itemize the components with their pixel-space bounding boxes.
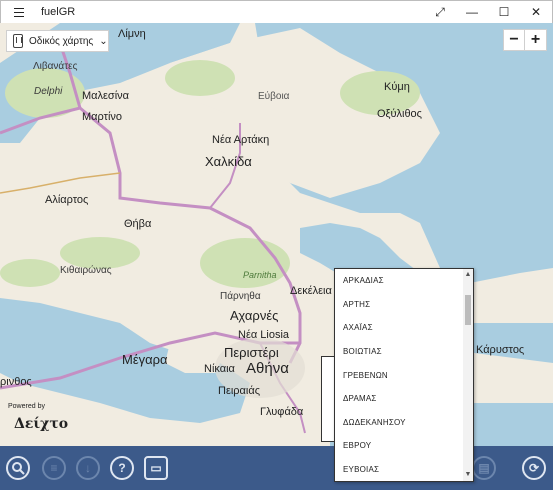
powered-by-logo: Powered by Δείχτο bbox=[4, 400, 68, 446]
dropdown-item[interactable]: ΕΒΡΟΥ bbox=[335, 434, 473, 458]
dropdown-item[interactable]: ΕΥΒΟΙΑΣ bbox=[335, 458, 473, 481]
maximize-button[interactable]: ☐ bbox=[488, 1, 520, 23]
close-button[interactable]: ✕ bbox=[520, 1, 552, 23]
dropdown-item[interactable]: ΑΡΚΑΔΙΑΣ bbox=[335, 269, 473, 293]
search-icon[interactable] bbox=[6, 456, 30, 480]
hamburger-menu-icon[interactable] bbox=[1, 1, 37, 23]
sort-icon[interactable]: ↓ bbox=[76, 456, 100, 480]
karystos-land bbox=[474, 293, 553, 323]
scroll-up-icon[interactable]: ▲ bbox=[464, 270, 472, 280]
place-label: Κύμη bbox=[384, 81, 410, 93]
place-label: Κάρυστος bbox=[476, 344, 525, 356]
dropdown-item[interactable]: ΓΡΕΒΕΝΩΝ bbox=[335, 363, 473, 387]
dropdown-item[interactable]: ΒΟΙΩΤΙΑΣ bbox=[335, 340, 473, 364]
list-icon[interactable]: ≡ bbox=[42, 456, 66, 480]
place-label: ρινθος bbox=[0, 376, 32, 388]
place-label: Delphi bbox=[34, 86, 63, 97]
place-label: Κιθαιρώνας bbox=[60, 265, 112, 276]
prefecture-dropdown-list[interactable]: ΑΡΚΑΔΙΑΣ ΑΡΤΗΣ ΑΧΑΪΑΣ ΒΟΙΩΤΙΑΣ ΓΡΕΒΕΝΩΝ … bbox=[334, 268, 474, 482]
powered-by-text: Powered by bbox=[8, 403, 45, 410]
fullscreen-icon[interactable]: ⤢ bbox=[424, 1, 456, 23]
dropdown-item[interactable]: ΑΡΤΗΣ bbox=[335, 293, 473, 317]
place-label: Νίκαια bbox=[204, 363, 235, 375]
forest-patch bbox=[0, 259, 60, 287]
place-label: Πειραιάς bbox=[218, 385, 261, 397]
refresh-icon[interactable]: ⟳ bbox=[522, 456, 546, 480]
place-label: Μαλεσίνα bbox=[82, 90, 130, 102]
road bbox=[0, 172, 121, 194]
deixto-logo: Δείχτο bbox=[14, 416, 69, 432]
map-type-label: Οδικός χάρτης bbox=[29, 35, 94, 47]
place-label: Οξύλιθος bbox=[377, 108, 422, 120]
map-type-selector[interactable]: Οδικός χάρτης ⌄ bbox=[6, 30, 109, 52]
scroll-thumb[interactable] bbox=[465, 295, 471, 325]
place-label: Αχαρνές bbox=[230, 308, 279, 323]
place-label: Περιστέρι bbox=[224, 345, 279, 360]
help-icon[interactable]: ? bbox=[110, 456, 134, 480]
place-label: Λιβανάτες bbox=[33, 61, 78, 72]
place-label: Αλίαρτος bbox=[45, 194, 89, 206]
app-title: fuelGR bbox=[41, 6, 76, 18]
place-label: Χαλκίδα bbox=[205, 154, 252, 169]
combobox-panel bbox=[321, 356, 335, 442]
place-label: Μαρτίνο bbox=[82, 111, 123, 123]
dropdown-item[interactable]: ΑΧΑΪΑΣ bbox=[335, 316, 473, 340]
chat-icon[interactable]: ▭ bbox=[144, 456, 168, 480]
dropdown-item[interactable]: ΔΩΔΕΚΑΝΗΣΟΥ bbox=[335, 411, 473, 435]
place-label: Πάρνηθα bbox=[220, 291, 261, 302]
zoom-in-button[interactable]: + bbox=[525, 29, 547, 51]
east-water bbox=[474, 323, 553, 363]
scroll-down-icon[interactable]: ▼ bbox=[464, 470, 472, 480]
place-label: Θήβα bbox=[124, 218, 152, 230]
forest-patch bbox=[165, 60, 235, 96]
place-label: Εύβοια bbox=[258, 91, 290, 102]
chevron-down-icon: ⌄ bbox=[99, 35, 108, 47]
place-label: Γλυφάδα bbox=[260, 406, 304, 418]
title-bar: fuelGR ⤢ — ☐ ✕ bbox=[0, 0, 553, 23]
place-label: Parnitha bbox=[243, 270, 277, 280]
dropdown-item[interactable]: ΔΡΑΜΑΣ bbox=[335, 387, 473, 411]
minimize-button[interactable]: — bbox=[456, 1, 488, 23]
place-label: Νέα Liosia bbox=[238, 329, 290, 341]
place-label: Δεκέλεια bbox=[290, 285, 332, 297]
grid-icon[interactable]: ▤ bbox=[472, 456, 496, 480]
zoom-out-button[interactable]: − bbox=[503, 29, 525, 51]
place-label: Νέα Αρτάκη bbox=[212, 134, 270, 146]
device-icon bbox=[13, 34, 23, 48]
place-label: Λίμνη bbox=[118, 28, 146, 40]
place-label: Μέγαρα bbox=[122, 352, 168, 367]
dropdown-scrollbar[interactable]: ▲ ▼ bbox=[463, 269, 473, 481]
place-label: Αθήνα bbox=[246, 360, 289, 377]
